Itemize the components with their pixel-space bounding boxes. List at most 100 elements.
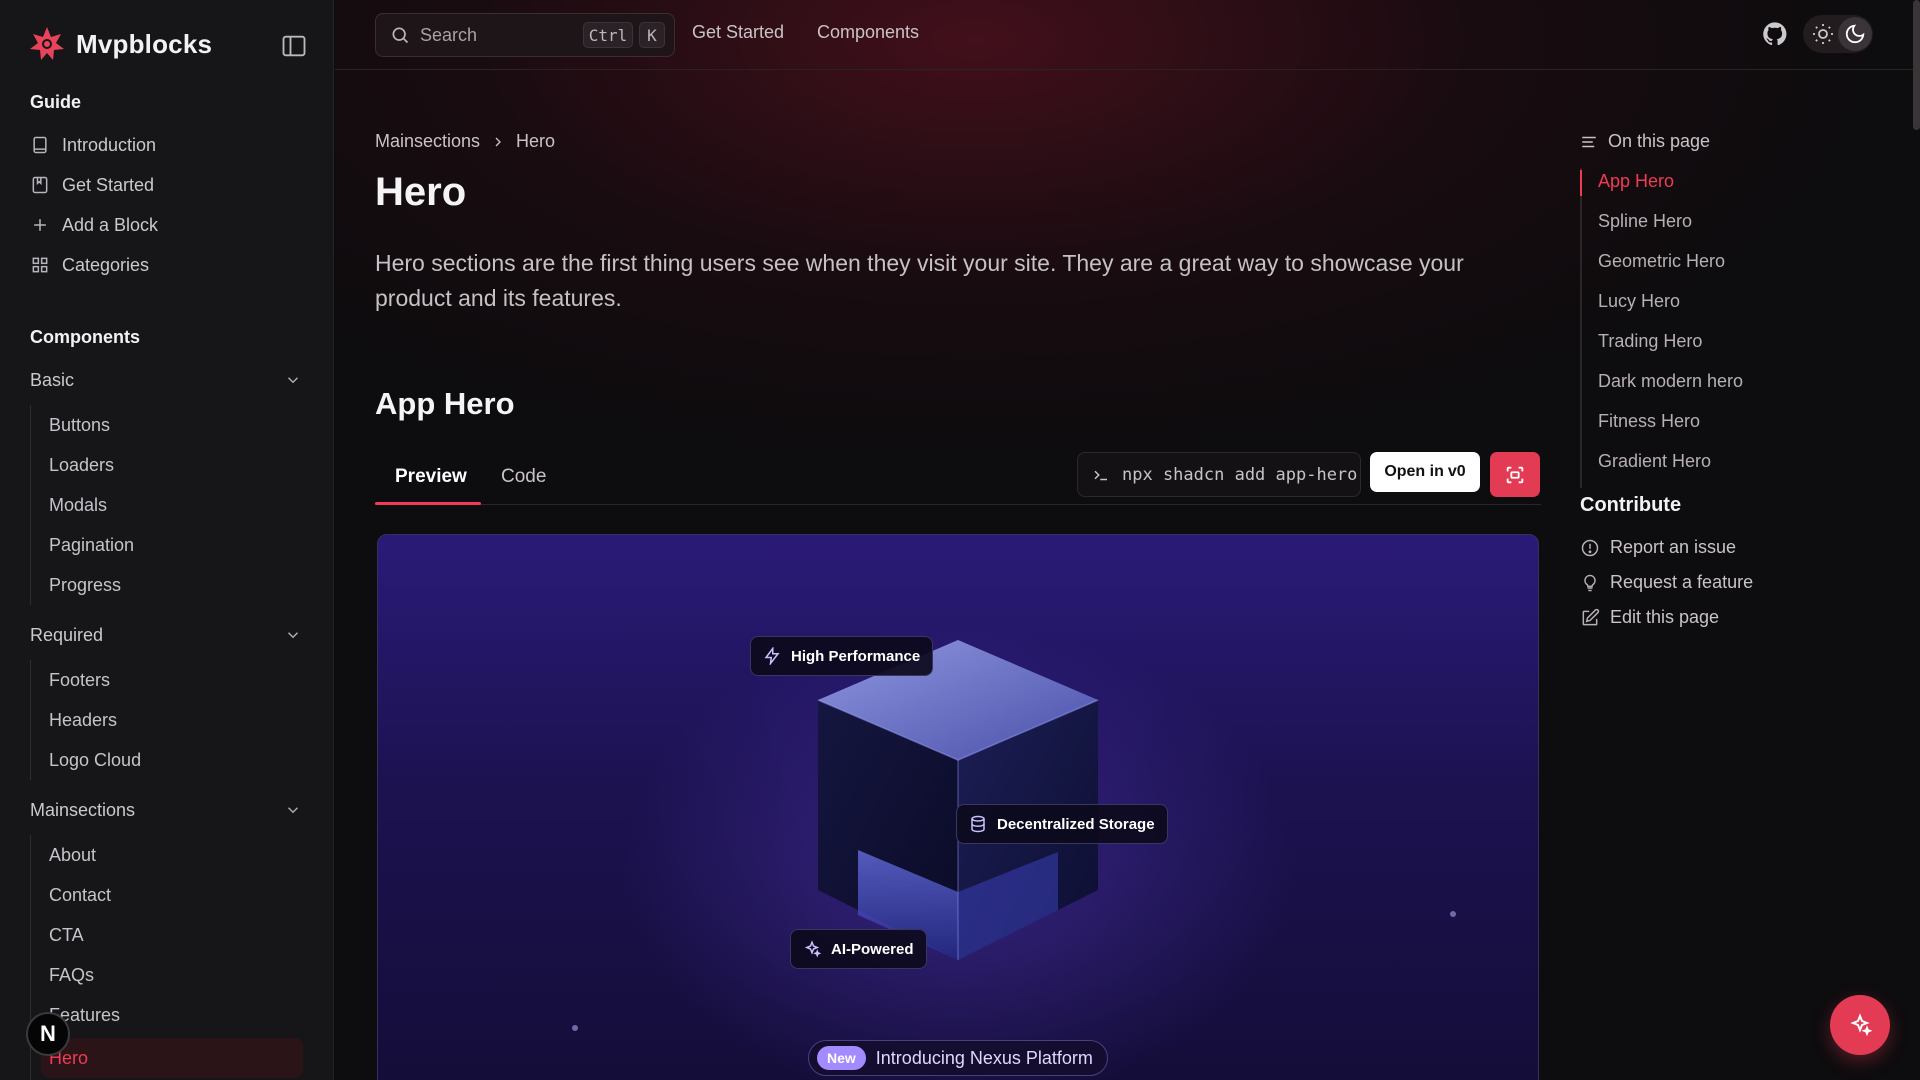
request-feature-link[interactable]: Request a feature <box>1580 572 1753 593</box>
sidebar-item-loaders[interactable]: Loaders <box>49 450 114 480</box>
hero-preview-frame: High Performance Decentralized Storage A… <box>377 534 1539 1080</box>
open-in-v0-button[interactable]: Open in v0 <box>1370 452 1480 492</box>
announcement-pill[interactable]: New Introducing Nexus Platform <box>808 1040 1108 1076</box>
toc-item-trading-hero[interactable]: Trading Hero <box>1598 331 1702 352</box>
lightbulb-icon <box>1580 573 1600 593</box>
report-issue-link[interactable]: Report an issue <box>1580 537 1736 558</box>
sidebar-toggle-icon[interactable] <box>280 32 308 60</box>
terminal-icon <box>1092 466 1110 484</box>
sidebar-item-headers[interactable]: Headers <box>49 705 117 735</box>
avatar[interactable]: N <box>26 1012 70 1056</box>
page-title: Hero <box>375 170 467 214</box>
search-placeholder: Search <box>420 24 478 45</box>
topbar: Search Ctrl K Get Started Components <box>335 0 1920 70</box>
shortcut-key-ctrl: Ctrl <box>583 22 633 48</box>
star-dot <box>1450 911 1456 917</box>
sidebar-item-progress[interactable]: Progress <box>49 570 121 600</box>
sidebar-item-cta[interactable]: CTA <box>49 920 84 950</box>
badge-decentralized-storage: Decentralized Storage <box>956 804 1168 844</box>
sidebar-item-modals[interactable]: Modals <box>49 490 107 520</box>
contribute-item-label: Report an issue <box>1610 537 1737 557</box>
sidebar-item-about[interactable]: About <box>49 840 96 870</box>
star-dot <box>572 1025 578 1031</box>
sidebar-item-get-started[interactable]: Get Started <box>30 169 154 201</box>
lightning-icon <box>763 647 781 665</box>
sidebar-item-pagination[interactable]: Pagination <box>49 530 134 560</box>
brand[interactable]: Mvpblocks <box>28 24 212 64</box>
moon-icon[interactable] <box>1844 23 1866 45</box>
contribute-title: Contribute <box>1580 494 1682 516</box>
book-icon <box>30 135 50 155</box>
tab-code[interactable]: Code <box>501 466 546 488</box>
toc-item-spline-hero[interactable]: Spline Hero <box>1598 211 1692 232</box>
guide-section-title: Guide <box>30 92 82 112</box>
badge-label: AI-Powered <box>831 940 914 958</box>
sparkles-icon <box>803 940 821 958</box>
install-command[interactable]: npx shadcn add app-hero <box>1077 452 1361 497</box>
nav-link-components[interactable]: Components <box>817 22 919 43</box>
database-icon <box>969 815 987 833</box>
toc-heading: On this page <box>1580 131 1710 152</box>
alert-circle-icon <box>1580 538 1600 558</box>
sidebar-item-logo-cloud[interactable]: Logo Cloud <box>49 745 141 775</box>
cube-illustration <box>798 630 1118 970</box>
tab-bar: Preview Code <box>375 456 1541 505</box>
toc-track <box>1580 168 1582 488</box>
new-badge: New <box>817 1046 866 1070</box>
sidebar-item-hero[interactable]: Hero <box>41 1038 303 1078</box>
search-input[interactable]: Search Ctrl K <box>375 13 675 57</box>
plus-icon <box>30 215 50 235</box>
shortcut-key-k: K <box>639 22 665 48</box>
ai-assistant-button[interactable] <box>1830 995 1890 1055</box>
toc-item-lucy-hero[interactable]: Lucy Hero <box>1598 291 1680 312</box>
screenshot-button[interactable] <box>1490 452 1540 497</box>
sidebar-item-label: Introduction <box>62 134 157 155</box>
sparkles-icon <box>1848 1013 1872 1037</box>
chevron-down-icon <box>284 371 302 389</box>
toc-active-marker <box>1580 170 1582 196</box>
open-in-label: Open in <box>1384 463 1444 480</box>
brand-name: Mvpblocks <box>76 28 213 59</box>
page-description: Hero sections are the first thing users … <box>375 250 1464 311</box>
page-scrollbar[interactable] <box>1913 0 1920 130</box>
badge-ai-powered: AI-Powered <box>790 929 927 969</box>
scan-icon <box>1504 464 1526 486</box>
toc-item-app-hero[interactable]: App Hero <box>1598 171 1674 192</box>
tab-preview[interactable]: Preview <box>395 466 467 488</box>
sidebar: Mvpblocks Guide Introduction Get Started… <box>0 0 334 1080</box>
sidebar-group-basic[interactable]: Basic <box>30 364 302 396</box>
badge-high-performance: High Performance <box>750 636 934 676</box>
install-command-text: npx shadcn add app-hero <box>1122 464 1358 485</box>
sidebar-item-label: Categories <box>62 254 150 275</box>
sidebar-item-contact[interactable]: Contact <box>49 880 111 910</box>
sidebar-group-required[interactable]: Required <box>30 619 302 651</box>
bookmark-book-icon <box>30 175 50 195</box>
toc-item-fitness-hero[interactable]: Fitness Hero <box>1598 411 1700 432</box>
edit-page-link[interactable]: Edit this page <box>1580 607 1719 628</box>
toc-item-gradient-hero[interactable]: Gradient Hero <box>1598 451 1711 472</box>
sidebar-item-footers[interactable]: Footers <box>49 665 110 695</box>
sidebar-item-categories[interactable]: Categories <box>30 249 149 281</box>
breadcrumb-item-hero: Hero <box>516 131 556 151</box>
grid-icon <box>30 255 50 275</box>
sidebar-item-introduction[interactable]: Introduction <box>30 129 156 161</box>
breadcrumb: Mainsections Hero <box>375 131 555 152</box>
sidebar-group-mainsections[interactable]: Mainsections <box>30 794 302 826</box>
sidebar-item-buttons[interactable]: Buttons <box>49 410 110 440</box>
breadcrumb-item-mainsections[interactable]: Mainsections <box>375 131 480 152</box>
group-label: Mainsections <box>30 799 136 820</box>
list-icon <box>1580 133 1598 151</box>
announcement-text: Introducing Nexus Platform <box>875 1047 1093 1068</box>
toc-item-geometric-hero[interactable]: Geometric Hero <box>1598 251 1725 272</box>
nav-link-get-started[interactable]: Get Started <box>692 22 784 43</box>
toc-item-dark-modern-hero[interactable]: Dark modern hero <box>1598 371 1743 392</box>
sun-icon[interactable] <box>1811 22 1835 46</box>
github-icon[interactable] <box>1761 20 1789 48</box>
sidebar-item-label: Get Started <box>62 174 155 195</box>
group-label: Required <box>30 624 104 645</box>
contribute-item-label: Edit this page <box>1610 607 1720 627</box>
sidebar-item-add-a-block[interactable]: Add a Block <box>30 209 158 241</box>
active-tab-indicator <box>375 502 481 505</box>
chevron-down-icon <box>284 626 302 644</box>
sidebar-item-faqs[interactable]: FAQs <box>49 960 94 990</box>
